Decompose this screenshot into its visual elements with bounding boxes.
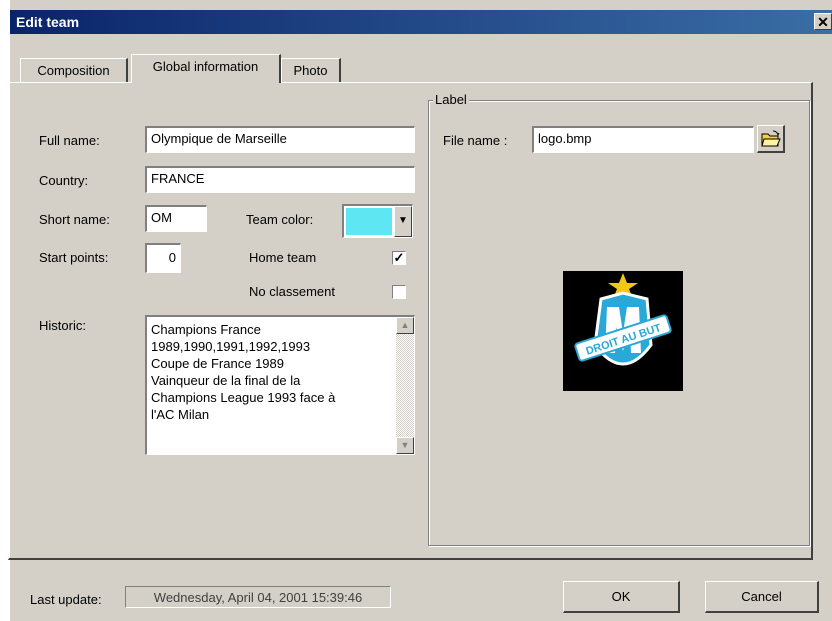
tab-composition[interactable]: Composition	[20, 58, 128, 82]
historic-text: Champions France 1989,1990,1991,1992,199…	[151, 322, 336, 422]
cancel-button-label: Cancel	[741, 589, 782, 604]
no-classement-checkbox[interactable]	[392, 285, 406, 299]
short-name-label: Short name:	[39, 212, 110, 227]
window-title: Edit team	[16, 14, 80, 30]
scroll-up-button[interactable]: ▲	[396, 317, 414, 334]
cancel-button[interactable]: Cancel	[705, 581, 819, 613]
title-bar[interactable]: Edit team ✕	[10, 10, 832, 34]
short-name-field[interactable]: OM	[145, 205, 207, 232]
team-logo-image: DROIT AU BUT	[563, 271, 683, 391]
close-icon: ✕	[817, 14, 829, 30]
om-logo-icon: DROIT AU BUT	[574, 273, 672, 366]
scroll-down-button[interactable]: ▼	[396, 437, 414, 454]
triangle-down-icon: ▼	[400, 440, 410, 450]
team-color-label: Team color:	[246, 212, 314, 227]
historic-label: Historic:	[39, 318, 86, 333]
browse-button[interactable]	[757, 125, 785, 153]
ok-button[interactable]: OK	[563, 581, 680, 613]
historic-scrollbar[interactable]: ▲ ▼	[396, 317, 414, 454]
tab-composition-label: Composition	[37, 63, 110, 78]
file-name-label: File name :	[443, 133, 508, 148]
country-field[interactable]: FRANCE	[145, 166, 415, 193]
close-button[interactable]: ✕	[814, 13, 832, 30]
triangle-up-icon: ▲	[400, 320, 410, 330]
tab-global-information-label: Global information	[152, 59, 259, 74]
home-team-label: Home team	[249, 250, 317, 265]
tab-photo-label: Photo	[293, 63, 328, 78]
ok-button-label: OK	[611, 589, 631, 604]
chevron-down-icon: ▼	[398, 215, 408, 226]
last-update-value: Wednesday, April 04, 2001 15:39:46	[125, 586, 391, 608]
team-color-dropdown-button[interactable]: ▼	[394, 206, 412, 237]
start-points-field[interactable]: 0	[145, 243, 181, 273]
last-update-label: Last update:	[30, 592, 102, 607]
label-groupbox-title: Label	[433, 92, 469, 107]
full-name-field[interactable]: Olympique de Marseille	[145, 126, 415, 153]
country-label: Country:	[39, 173, 89, 188]
team-color-picker[interactable]: ▼	[342, 204, 413, 238]
historic-textarea[interactable]: Champions France 1989,1990,1991,1992,199…	[145, 315, 415, 455]
start-points-label: Start points:	[39, 250, 109, 265]
tab-photo[interactable]: Photo	[281, 58, 341, 82]
full-name-label: Full name:	[39, 133, 100, 148]
no-classement-label: No classement	[249, 284, 335, 299]
team-color-swatch	[346, 208, 392, 235]
home-team-checkbox[interactable]: ✓	[392, 251, 406, 265]
file-name-field[interactable]: logo.bmp	[532, 126, 754, 153]
folder-open-icon	[760, 130, 781, 147]
tab-global-information[interactable]: Global information	[131, 54, 281, 83]
